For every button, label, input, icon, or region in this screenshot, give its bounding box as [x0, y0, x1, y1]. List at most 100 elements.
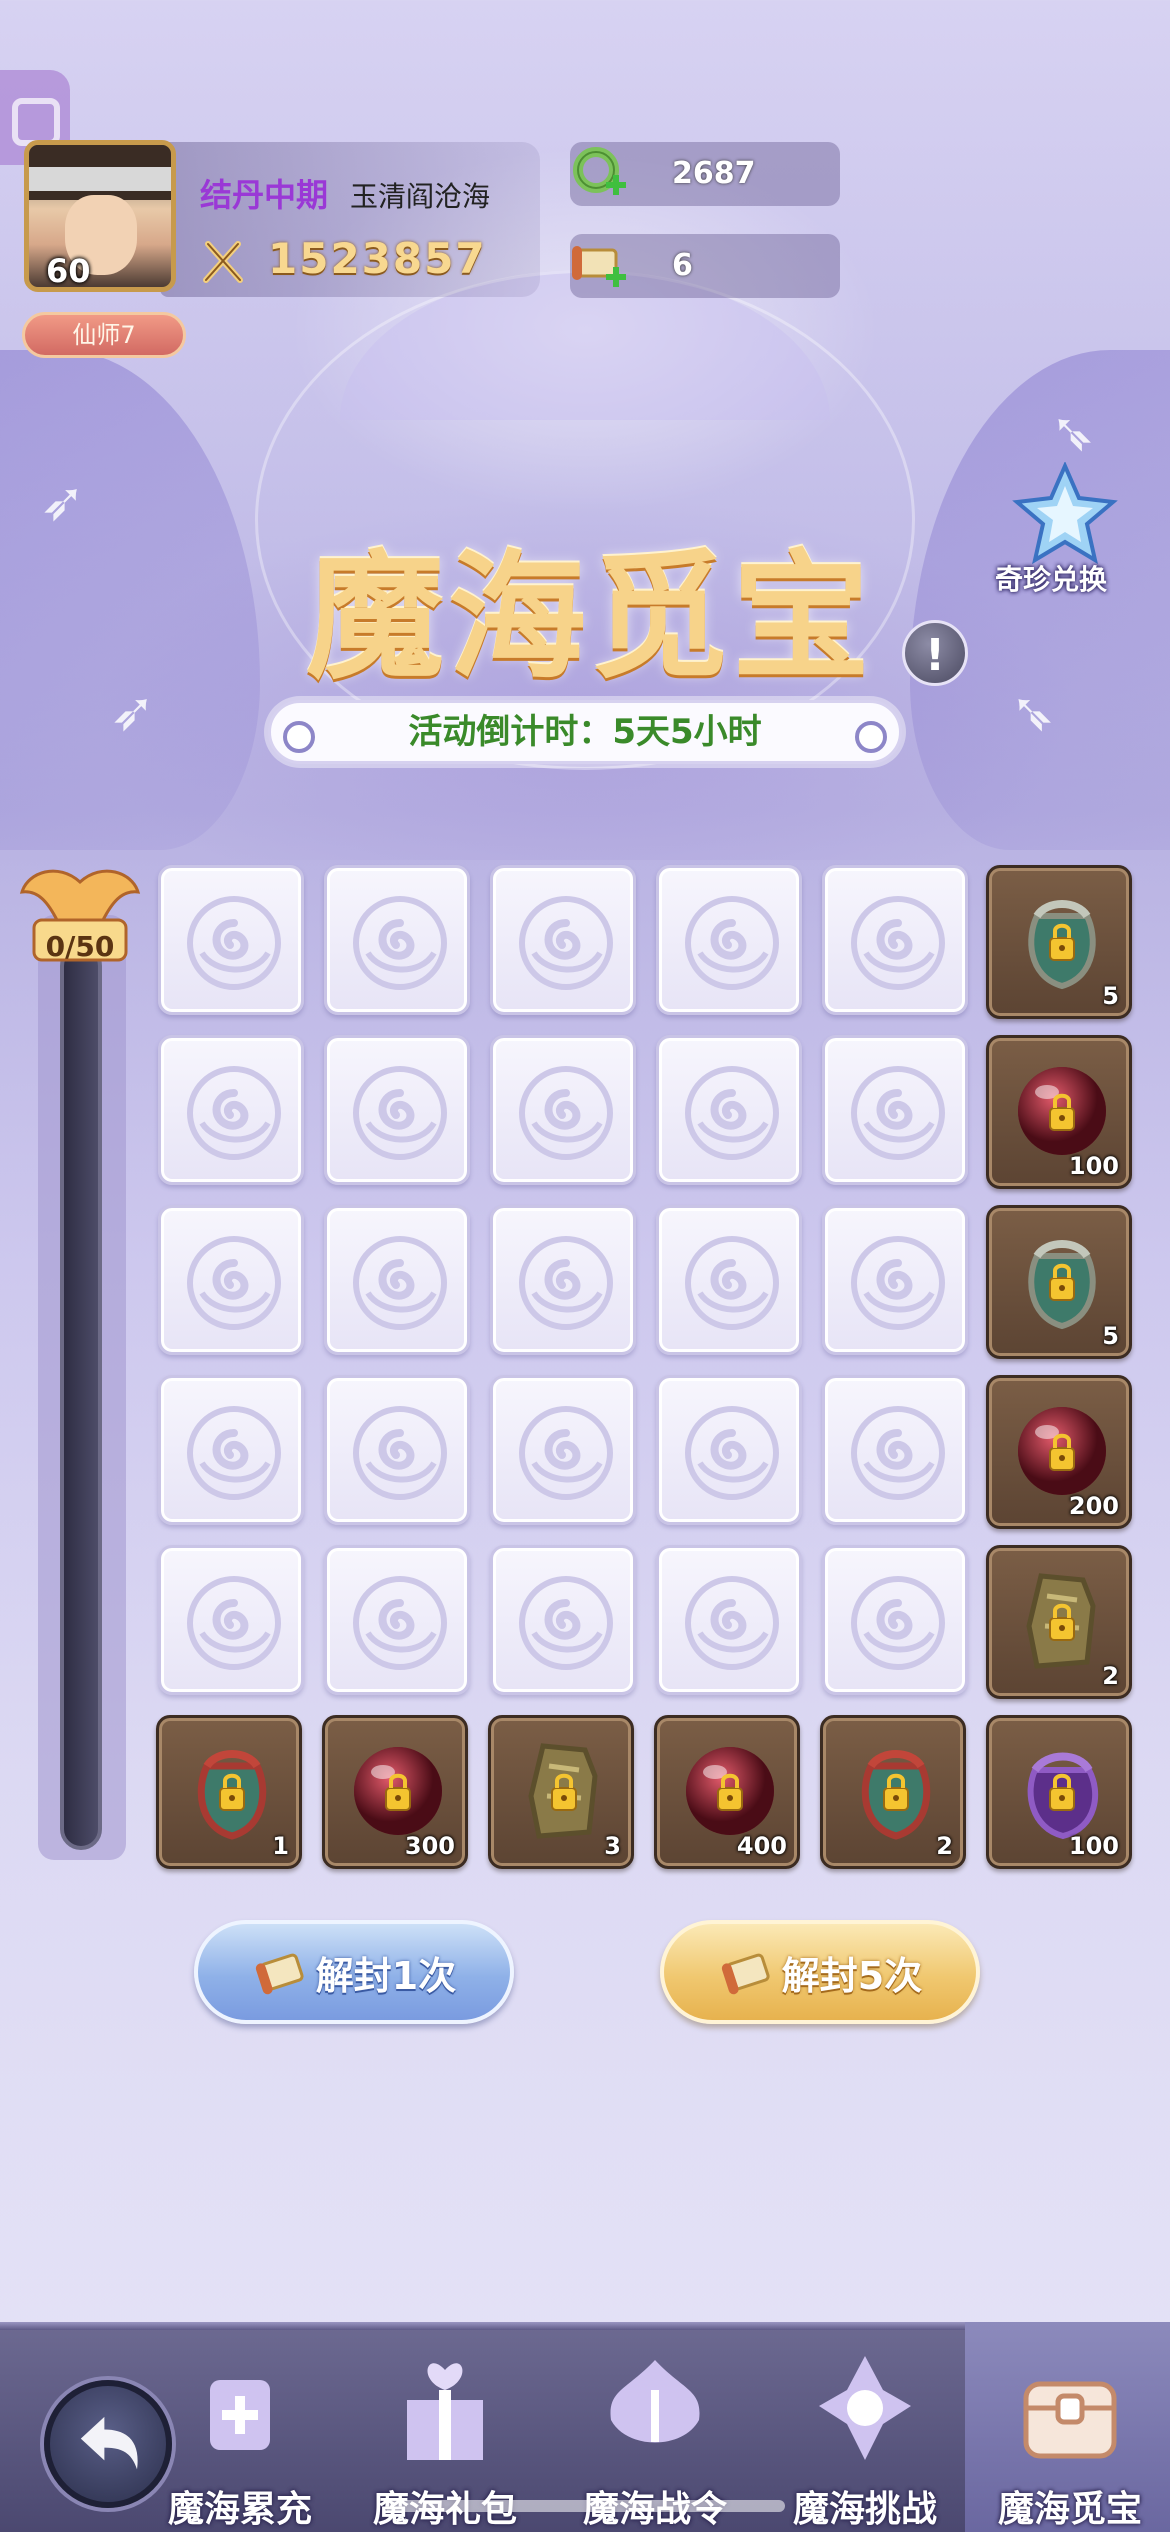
- back-button[interactable]: [44, 2380, 172, 2508]
- resource-ticket-value: 6: [672, 248, 693, 283]
- recharge-icon: [210, 2380, 270, 2450]
- sealed-tile[interactable]: [158, 1375, 304, 1525]
- gold-token-locked-icon: [528, 1743, 598, 1839]
- reward-quantity: 400: [736, 1832, 787, 1860]
- progress-bar: [60, 945, 102, 1850]
- player-realm: 结丹中期: [200, 176, 329, 214]
- cloud-swirl-icon: [187, 896, 281, 990]
- cloud-swirl-icon: [353, 1066, 447, 1160]
- countdown-bar: 活动倒计时：5天5小时: [268, 700, 902, 764]
- arrow-decoration: ➶: [110, 680, 156, 743]
- cloud-swirl-icon: [685, 1066, 779, 1160]
- sealed-tile[interactable]: [822, 1205, 968, 1355]
- treasure-chest-icon: [1023, 2381, 1117, 2459]
- scroll-ticket-icon: [721, 1953, 770, 1995]
- reward-slot[interactable]: 2: [820, 1715, 966, 1869]
- sealed-tile[interactable]: [490, 1375, 636, 1525]
- sealed-tile[interactable]: [158, 1205, 304, 1355]
- sealed-tile[interactable]: [490, 1545, 636, 1695]
- sealed-tile[interactable]: [822, 1545, 968, 1695]
- sealed-tile[interactable]: [324, 865, 470, 1015]
- cloud-swirl-icon: [851, 896, 945, 990]
- info-icon[interactable]: !: [902, 620, 968, 686]
- sealed-tile[interactable]: [158, 865, 304, 1015]
- cloud-swirl-icon: [353, 1576, 447, 1670]
- reward-slot[interactable]: 5: [986, 1205, 1132, 1359]
- red-pouch-locked-icon: [861, 1750, 931, 1840]
- cloud-swirl-icon: [187, 1066, 281, 1160]
- cloud-swirl-icon: [851, 1406, 945, 1500]
- nav-item-5[interactable]: 魔海觅宝: [970, 2330, 1170, 2530]
- scroll-ticket-icon[interactable]: [568, 234, 630, 296]
- challenge-icon: [819, 2356, 911, 2460]
- sealed-tile[interactable]: [656, 1545, 802, 1695]
- reward-quantity: 3: [604, 1832, 621, 1860]
- sealed-tile[interactable]: [656, 1035, 802, 1185]
- reward-slot[interactable]: 2: [986, 1545, 1132, 1699]
- cloud-swirl-icon: [851, 1236, 945, 1330]
- arrow-decoration: ➶: [1050, 400, 1096, 463]
- crossed-swords-icon: [203, 241, 243, 283]
- unseal-once-button[interactable]: 解封1次: [194, 1920, 514, 2024]
- reward-slot[interactable]: 100: [986, 1715, 1132, 1869]
- sealed-tile[interactable]: [822, 865, 968, 1015]
- event-title: 魔海觅宝: [305, 535, 874, 698]
- progress-text: 0/50: [45, 930, 115, 963]
- cloud-swirl-icon: [519, 1576, 613, 1670]
- green-pouch-locked-icon: [1028, 900, 1096, 990]
- sealed-tile[interactable]: [656, 1375, 802, 1525]
- sealed-tile[interactable]: [324, 1375, 470, 1525]
- scroll-ticket-icon: [255, 1953, 304, 1995]
- reward-slot[interactable]: 300: [322, 1715, 468, 1869]
- reward-slot[interactable]: 1: [156, 1715, 302, 1869]
- jade-ring-icon[interactable]: [568, 142, 630, 204]
- title-badge[interactable]: 仙师7: [22, 312, 186, 358]
- player-sect: 玉清阎沧海: [350, 180, 491, 213]
- sealed-tile[interactable]: [656, 1205, 802, 1355]
- exchange-label[interactable]: 奇珍兑换: [995, 558, 1107, 598]
- red-pouch-locked-icon: [197, 1750, 267, 1840]
- cloud-swirl-icon: [187, 1406, 281, 1500]
- sealed-tile[interactable]: [324, 1205, 470, 1355]
- sealed-tile[interactable]: [324, 1545, 470, 1695]
- red-orb-locked-icon: [1018, 1407, 1106, 1495]
- reward-quantity: 2: [1102, 1662, 1119, 1690]
- combat-power: 1523857: [268, 234, 487, 283]
- crystal-star-icon[interactable]: [1005, 462, 1125, 572]
- sealed-tile[interactable]: [822, 1035, 968, 1185]
- reward-slot[interactable]: 200: [986, 1375, 1132, 1529]
- reward-quantity: 300: [404, 1832, 455, 1860]
- sealed-tile[interactable]: [490, 1205, 636, 1355]
- resource-jade-value: 2687: [672, 156, 756, 191]
- sealed-tile[interactable]: [490, 865, 636, 1015]
- gift-pack-icon: [407, 2363, 483, 2460]
- reward-slot[interactable]: 400: [654, 1715, 800, 1869]
- sealed-tile[interactable]: [324, 1035, 470, 1185]
- green-pouch-locked-icon: [1028, 1240, 1096, 1330]
- purple-pouch-locked-icon: [1027, 1752, 1099, 1840]
- sealed-tile[interactable]: [490, 1035, 636, 1185]
- cloud-swirl-icon: [519, 896, 613, 990]
- reward-slot[interactable]: 100: [986, 1035, 1132, 1189]
- cloud-swirl-icon: [519, 1066, 613, 1160]
- cloud-swirl-icon: [353, 1236, 447, 1330]
- cloud-swirl-icon: [685, 896, 779, 990]
- arrow-decoration: ➶: [40, 470, 86, 533]
- reward-quantity: 100: [1068, 1152, 1119, 1180]
- sealed-tile[interactable]: [656, 865, 802, 1015]
- nav-label: 魔海觅宝: [997, 2489, 1142, 2530]
- unseal-five-button[interactable]: 解封5次: [660, 1920, 980, 2024]
- cloud-swirl-icon: [685, 1406, 779, 1500]
- sealed-tile[interactable]: [822, 1375, 968, 1525]
- nav-label: 魔海挑战: [792, 2489, 937, 2530]
- home-indicator: [385, 2500, 785, 2512]
- reward-slot[interactable]: 5: [986, 865, 1132, 1019]
- cloud-swirl-icon: [187, 1236, 281, 1330]
- reward-quantity: 2: [936, 1832, 953, 1860]
- sealed-tile[interactable]: [158, 1545, 304, 1695]
- sealed-tile[interactable]: [158, 1035, 304, 1185]
- reward-slot[interactable]: 3: [488, 1715, 634, 1869]
- battle-pass-icon: [610, 2360, 700, 2443]
- nav-item-4[interactable]: 魔海挑战: [765, 2330, 965, 2530]
- reward-quantity: 1: [272, 1832, 289, 1860]
